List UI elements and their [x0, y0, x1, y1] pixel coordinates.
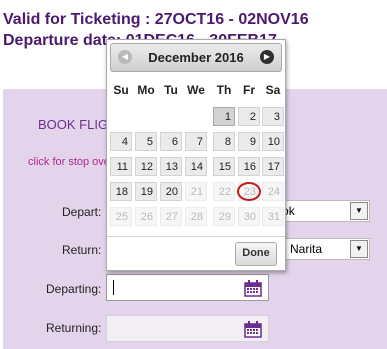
weekday-label: Mo [137, 83, 155, 97]
day-cell-10[interactable]: 10 [262, 132, 284, 151]
day-cell-17[interactable]: 17 [262, 157, 284, 176]
chevron-down-icon[interactable]: ▼ [350, 240, 368, 258]
datepicker-popup: ◀ December 2016 ▶ Su Mo Tu We Th Fr Sa 1234567… [106, 39, 286, 271]
departing-date-input[interactable] [106, 274, 269, 301]
day-cell-29: 29 [213, 207, 235, 226]
day-cell-28: 28 [185, 207, 207, 226]
depart-label: Depart: [62, 205, 102, 219]
day-cell-7[interactable]: 7 [185, 132, 207, 151]
highlight-circle [237, 182, 261, 201]
day-cell-15[interactable]: 15 [213, 157, 235, 176]
day-cell-21: 21 [185, 182, 207, 201]
weekday-label: Su [113, 83, 129, 97]
calendar-icon[interactable] [244, 280, 262, 302]
return-label: Return: [62, 243, 102, 257]
day-cell-20[interactable]: 20 [160, 182, 182, 201]
day-cell-8[interactable]: 8 [213, 132, 235, 151]
day-cell-13[interactable]: 13 [160, 157, 182, 176]
day-cell-26: 26 [135, 207, 157, 226]
day-cell-4[interactable]: 4 [110, 132, 132, 151]
returning-date-input[interactable] [106, 315, 269, 342]
day-cell-5[interactable]: 5 [135, 132, 157, 151]
day-cell-19[interactable]: 19 [135, 182, 157, 201]
day-cell-24: 24 [262, 182, 284, 201]
day-cell-9[interactable]: 9 [238, 132, 260, 151]
day-cell-16[interactable]: 16 [238, 157, 260, 176]
weekday-label: We [187, 83, 205, 97]
day-cell-2[interactable]: 2 [238, 107, 260, 126]
chevron-right-icon[interactable]: ▶ [260, 50, 274, 64]
day-cell-14[interactable]: 14 [185, 157, 207, 176]
stopover-link[interactable]: click for stop over [28, 156, 114, 168]
weekday-label: Th [216, 83, 232, 97]
day-cell-31: 31 [262, 207, 284, 226]
day-cell-11[interactable]: 11 [110, 157, 132, 176]
returning-label: Returning: [46, 321, 102, 335]
datepicker-month-title: December 2016 [148, 50, 244, 65]
day-cell-25: 25 [110, 207, 132, 226]
datepicker-divider [107, 236, 285, 237]
weekday-label: Sa [265, 83, 281, 97]
weekday-label: Fr [243, 83, 255, 97]
day-cell-6[interactable]: 6 [160, 132, 182, 151]
datepicker-header: ◀ December 2016 ▶ [110, 43, 282, 72]
calendar-icon[interactable] [244, 321, 262, 343]
day-cell-1[interactable]: 1 [213, 107, 235, 126]
day-cell-12[interactable]: 12 [135, 157, 157, 176]
datepicker-done-button[interactable]: Done [235, 242, 277, 266]
text-caret [113, 280, 114, 295]
ticketing-validity-text: Valid for Ticketing : 27OCT16 - 02NOV16 [3, 11, 309, 28]
day-cell-22: 22 [213, 182, 235, 201]
day-cell-27: 27 [160, 207, 182, 226]
departing-label: Departing: [46, 282, 102, 296]
chevron-down-icon[interactable]: ▼ [350, 202, 368, 220]
day-cell-18[interactable]: 18 [110, 182, 132, 201]
day-cell-3[interactable]: 3 [262, 107, 284, 126]
day-cell-30: 30 [238, 207, 260, 226]
weekday-label: Tu [164, 83, 178, 97]
